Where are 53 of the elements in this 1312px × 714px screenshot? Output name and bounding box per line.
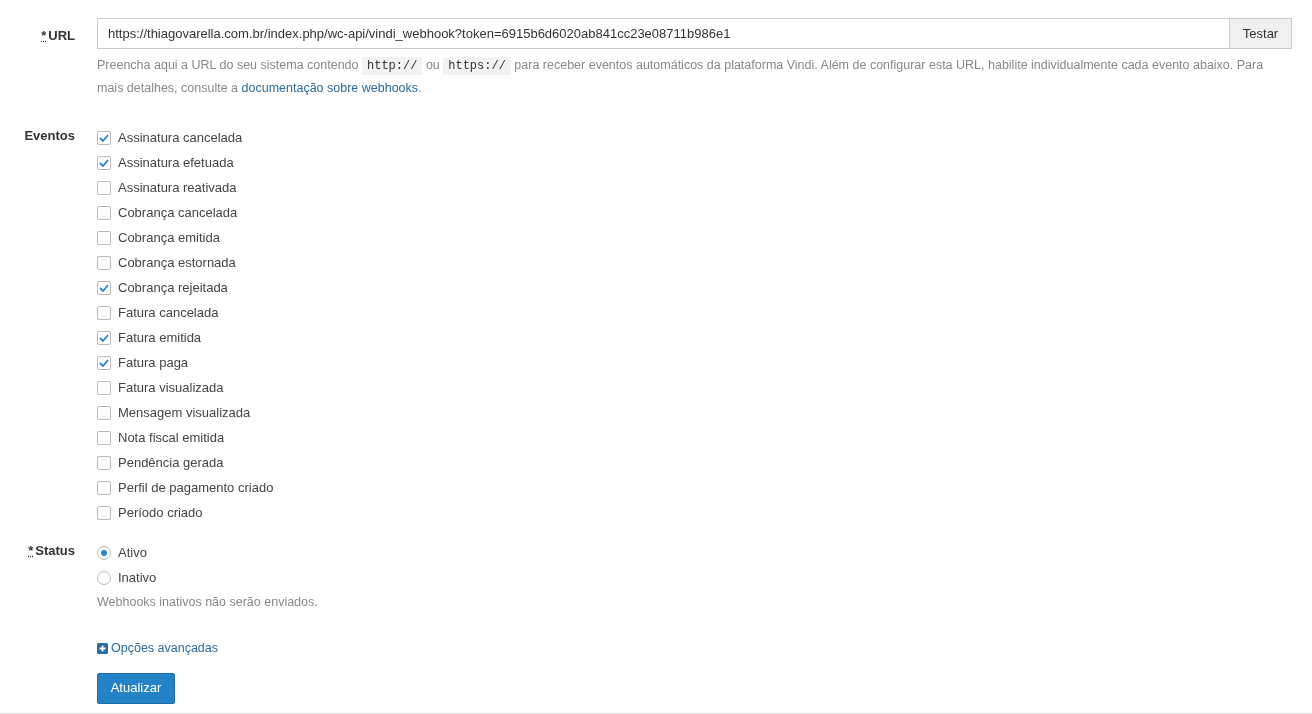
checkmark-icon xyxy=(99,358,109,367)
checkbox-label: Assinatura reativada xyxy=(118,178,237,197)
checkbox-label: Fatura emitida xyxy=(118,328,202,347)
checkbox[interactable] xyxy=(97,505,111,520)
checkbox[interactable] xyxy=(97,455,111,470)
checkbox[interactable] xyxy=(97,205,111,220)
plus-square-icon xyxy=(97,642,108,654)
checkmark-icon xyxy=(99,158,109,167)
checkbox[interactable] xyxy=(97,355,111,370)
radio-button[interactable] xyxy=(97,545,111,560)
checkbox-label: Perfil de pagamento criado xyxy=(118,478,274,497)
update-button[interactable]: Atualizar xyxy=(97,672,175,704)
checkbox[interactable] xyxy=(97,230,111,245)
checkbox[interactable] xyxy=(97,405,111,420)
radio-label: Inativo xyxy=(118,568,157,587)
status-help-text: Webhooks inativos não serão enviados. xyxy=(97,594,318,611)
checkbox[interactable] xyxy=(97,430,111,445)
checkbox-label: Fatura cancelada xyxy=(118,303,219,322)
checkbox-label: Nota fiscal emitida xyxy=(118,428,225,447)
checkbox-label: Fatura paga xyxy=(118,353,189,372)
checkbox[interactable] xyxy=(97,130,111,145)
checkbox-label: Assinatura efetuada xyxy=(118,153,234,172)
field-label: URL xyxy=(48,27,75,45)
checkmark-icon xyxy=(99,133,109,142)
checkbox[interactable] xyxy=(97,480,111,495)
checkbox[interactable] xyxy=(97,305,111,320)
required-mark: * xyxy=(41,27,47,45)
advanced-options-link[interactable]: Opções avançadas xyxy=(97,638,318,658)
checkbox[interactable] xyxy=(97,180,111,195)
checkbox-label: Fatura visualizada xyxy=(118,378,224,397)
checkbox-label: Cobrança emitida xyxy=(118,228,220,247)
checkbox-label: Cobrança cancelada xyxy=(118,203,238,222)
field-label: Eventos xyxy=(24,127,75,145)
checkbox[interactable] xyxy=(97,255,111,270)
url-input-field[interactable]: https://thiagovarella.com.br/index.php/wc-api/vindi_webhook?token=6915b6d6020ab841cc23e08711b986e1 xyxy=(97,18,1230,49)
checkmark-icon xyxy=(99,283,109,292)
checkbox-label: Cobrança estornada xyxy=(118,253,236,272)
checkbox-label: Assinatura cancelada xyxy=(118,128,243,147)
checkbox[interactable] xyxy=(97,380,111,395)
url-help-text: Preencha aqui a URL do seu sistema contendo http:// ou https:// para receber eventos automáticos da plataforma Vindi. Além de configurar esta URL, habilite individualmente cada evento abaixo. Para mais detalhes, consulte a documentação sobre webhooks. xyxy=(97,56,1265,97)
checkmark-icon xyxy=(99,333,109,342)
required-mark: * xyxy=(28,542,34,560)
checkbox-label: Cobrança rejeitada xyxy=(118,278,228,297)
checkbox-label: Pendência gerada xyxy=(118,453,224,472)
checkbox[interactable] xyxy=(97,280,111,295)
checkbox[interactable] xyxy=(97,330,111,345)
checkbox-label: Período criado xyxy=(118,503,203,522)
checkbox[interactable] xyxy=(97,155,111,170)
checkbox-label: Mensagem visualizada xyxy=(118,403,251,422)
test-button[interactable]: Testar xyxy=(1230,18,1292,49)
radio-button[interactable] xyxy=(97,570,111,585)
radio-label: Ativo xyxy=(118,543,147,562)
field-label: Status xyxy=(35,542,75,560)
